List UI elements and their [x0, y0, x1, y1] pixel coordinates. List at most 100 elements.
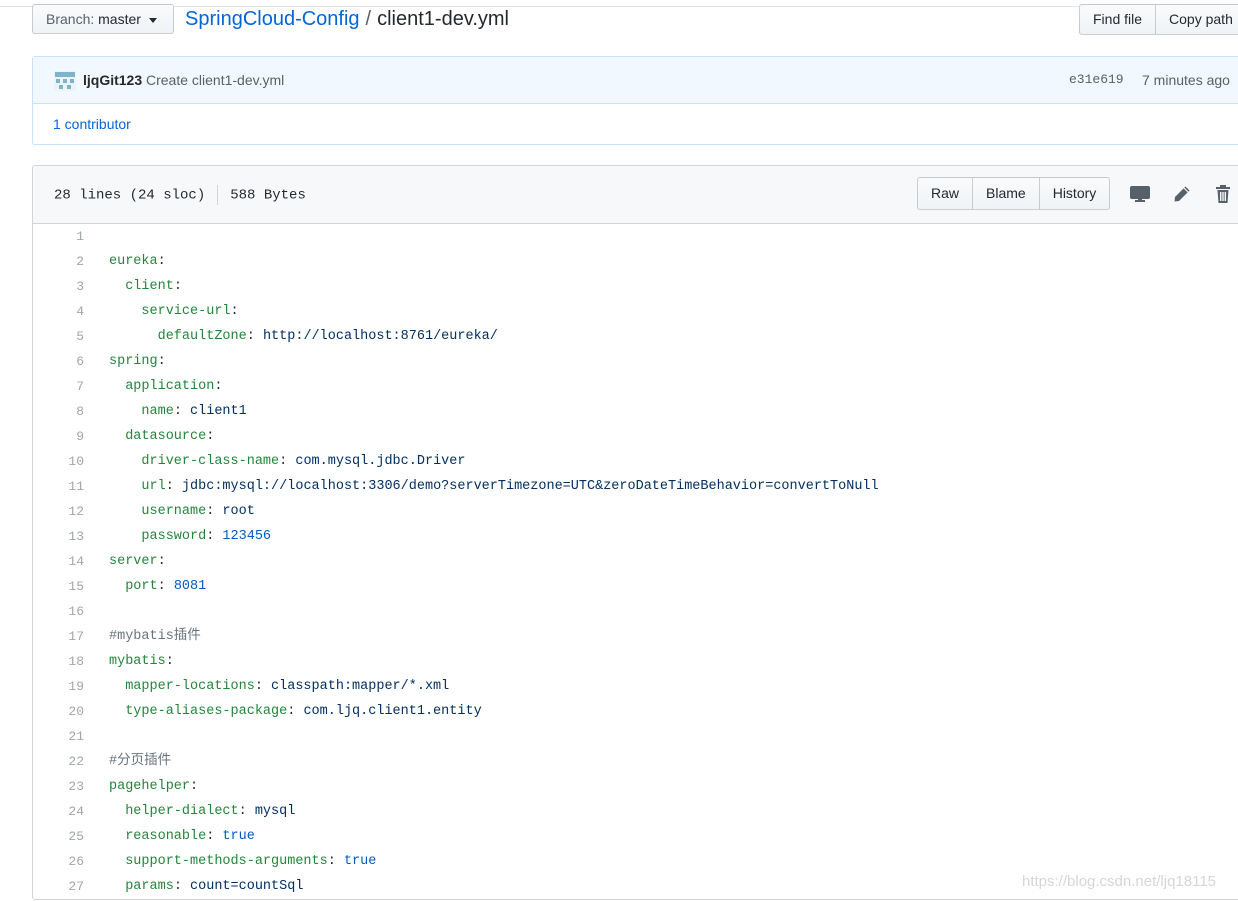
- code-line: 5 defaultZone: http://localhost:8761/eur…: [33, 324, 1238, 349]
- yaml-value: mysql: [254, 804, 296, 819]
- line-number[interactable]: 7: [33, 374, 84, 399]
- trash-icon[interactable]: [1213, 184, 1233, 204]
- contributors-link[interactable]: 1 contributor: [53, 116, 131, 132]
- code-line: 10 driver-class-name: com.mysql.jdbc.Dri…: [33, 449, 1238, 474]
- line-number[interactable]: 18: [33, 649, 84, 674]
- raw-button[interactable]: Raw: [917, 177, 974, 210]
- line-number[interactable]: 4: [33, 299, 84, 324]
- line-number[interactable]: 1: [33, 224, 84, 249]
- line-number[interactable]: 20: [33, 699, 84, 724]
- line-number[interactable]: 5: [33, 324, 84, 349]
- line-number[interactable]: 9: [33, 424, 84, 449]
- yaml-separator: :: [206, 504, 223, 519]
- yaml-separator: :: [206, 829, 223, 844]
- line-content: url: jdbc:mysql://localhost:3306/demo?se…: [109, 474, 879, 499]
- line-content: name: client1: [109, 399, 247, 424]
- line-number[interactable]: 8: [33, 399, 84, 424]
- line-number[interactable]: 3: [33, 274, 84, 299]
- yaml-key: service-url: [141, 304, 231, 319]
- line-content: spring:: [109, 349, 166, 374]
- yaml-key: password: [141, 529, 207, 544]
- yaml-value: client1: [190, 404, 247, 419]
- code-line: 6 spring:: [33, 349, 1238, 374]
- yaml-key: port: [125, 579, 158, 594]
- line-number[interactable]: 11: [33, 474, 84, 499]
- avatar[interactable]: [54, 71, 76, 91]
- line-number[interactable]: 24: [33, 799, 84, 824]
- commit-author-link[interactable]: ljqGit123: [83, 72, 142, 88]
- yaml-key: type-aliases-package: [125, 704, 288, 719]
- yaml-key: url: [141, 479, 166, 494]
- yaml-separator: :: [157, 554, 166, 569]
- yaml-value: true: [222, 829, 255, 844]
- code-line: 1: [33, 224, 1238, 249]
- branch-selector-button[interactable]: Branch: master: [32, 4, 174, 34]
- yaml-value: com.mysql.jdbc.Driver: [295, 454, 466, 469]
- yaml-key: mybatis: [109, 654, 166, 669]
- line-number[interactable]: 16: [33, 599, 84, 624]
- file-actions-button-group: Raw Blame History: [917, 177, 1111, 210]
- yaml-key: datasource: [125, 429, 207, 444]
- line-number[interactable]: 26: [33, 849, 84, 874]
- file-info-divider: [217, 185, 219, 205]
- find-file-button[interactable]: Find file: [1079, 4, 1157, 35]
- line-number[interactable]: 19: [33, 674, 84, 699]
- yaml-value: jdbc:mysql://localhost:3306/demo?serverT…: [181, 479, 879, 494]
- code-line: 2 eureka:: [33, 249, 1238, 274]
- yaml-key: eureka: [109, 254, 158, 269]
- blame-button[interactable]: Blame: [972, 177, 1040, 210]
- yaml-key: reasonable: [125, 829, 207, 844]
- line-number[interactable]: 12: [33, 499, 84, 524]
- yaml-separator: :: [190, 779, 199, 794]
- line-content: support-methods-arguments: true: [109, 849, 376, 874]
- line-number[interactable]: 6: [33, 349, 84, 374]
- yaml-key: server: [109, 554, 158, 569]
- yaml-key: defaultZone: [157, 329, 247, 344]
- branch-label: Branch:: [46, 11, 95, 27]
- code-line: 12 username: root: [33, 499, 1238, 524]
- code-line: 18 mybatis:: [33, 649, 1238, 674]
- yaml-separator: :: [157, 254, 166, 269]
- code-line: 22 #分页插件: [33, 749, 1238, 774]
- line-number[interactable]: 15: [33, 574, 84, 599]
- line-number[interactable]: 22: [33, 749, 84, 774]
- line-number[interactable]: 27: [33, 874, 84, 899]
- line-content: service-url:: [109, 299, 238, 324]
- yaml-separator: :: [173, 279, 182, 294]
- line-number[interactable]: 10: [33, 449, 84, 474]
- commit-message-link[interactable]: Create client1-dev.yml: [146, 72, 284, 88]
- yaml-comment: #mybatis插件: [109, 629, 201, 644]
- line-number[interactable]: 17: [33, 624, 84, 649]
- line-number[interactable]: 2: [33, 249, 84, 274]
- yaml-value: root: [222, 504, 255, 519]
- line-number[interactable]: 13: [33, 524, 84, 549]
- code-line: 13 password: 123456: [33, 524, 1238, 549]
- desktop-icon[interactable]: [1130, 184, 1150, 204]
- yaml-key: application: [125, 379, 215, 394]
- yaml-comment: #分页插件: [109, 754, 172, 769]
- line-number[interactable]: 21: [33, 724, 84, 749]
- yaml-separator: :: [165, 654, 174, 669]
- commit-sha-link[interactable]: e31e619: [1069, 72, 1124, 87]
- code-line: 17 #mybatis插件: [33, 624, 1238, 649]
- yaml-value: true: [343, 854, 377, 869]
- pencil-icon[interactable]: [1172, 184, 1192, 204]
- line-number[interactable]: 14: [33, 549, 84, 574]
- history-button[interactable]: History: [1038, 177, 1111, 210]
- file-size: 588 Bytes: [230, 187, 306, 204]
- yaml-key: mapper-locations: [125, 679, 255, 694]
- branch-value: master: [98, 11, 141, 27]
- line-number[interactable]: 23: [33, 774, 84, 799]
- yaml-key: client: [125, 279, 174, 294]
- line-number[interactable]: 25: [33, 824, 84, 849]
- yaml-separator: :: [287, 704, 304, 719]
- breadcrumb-repo-link[interactable]: SpringCloud-Config: [185, 8, 360, 30]
- copy-path-button[interactable]: Copy path: [1155, 4, 1238, 35]
- yaml-separator: :: [206, 429, 215, 444]
